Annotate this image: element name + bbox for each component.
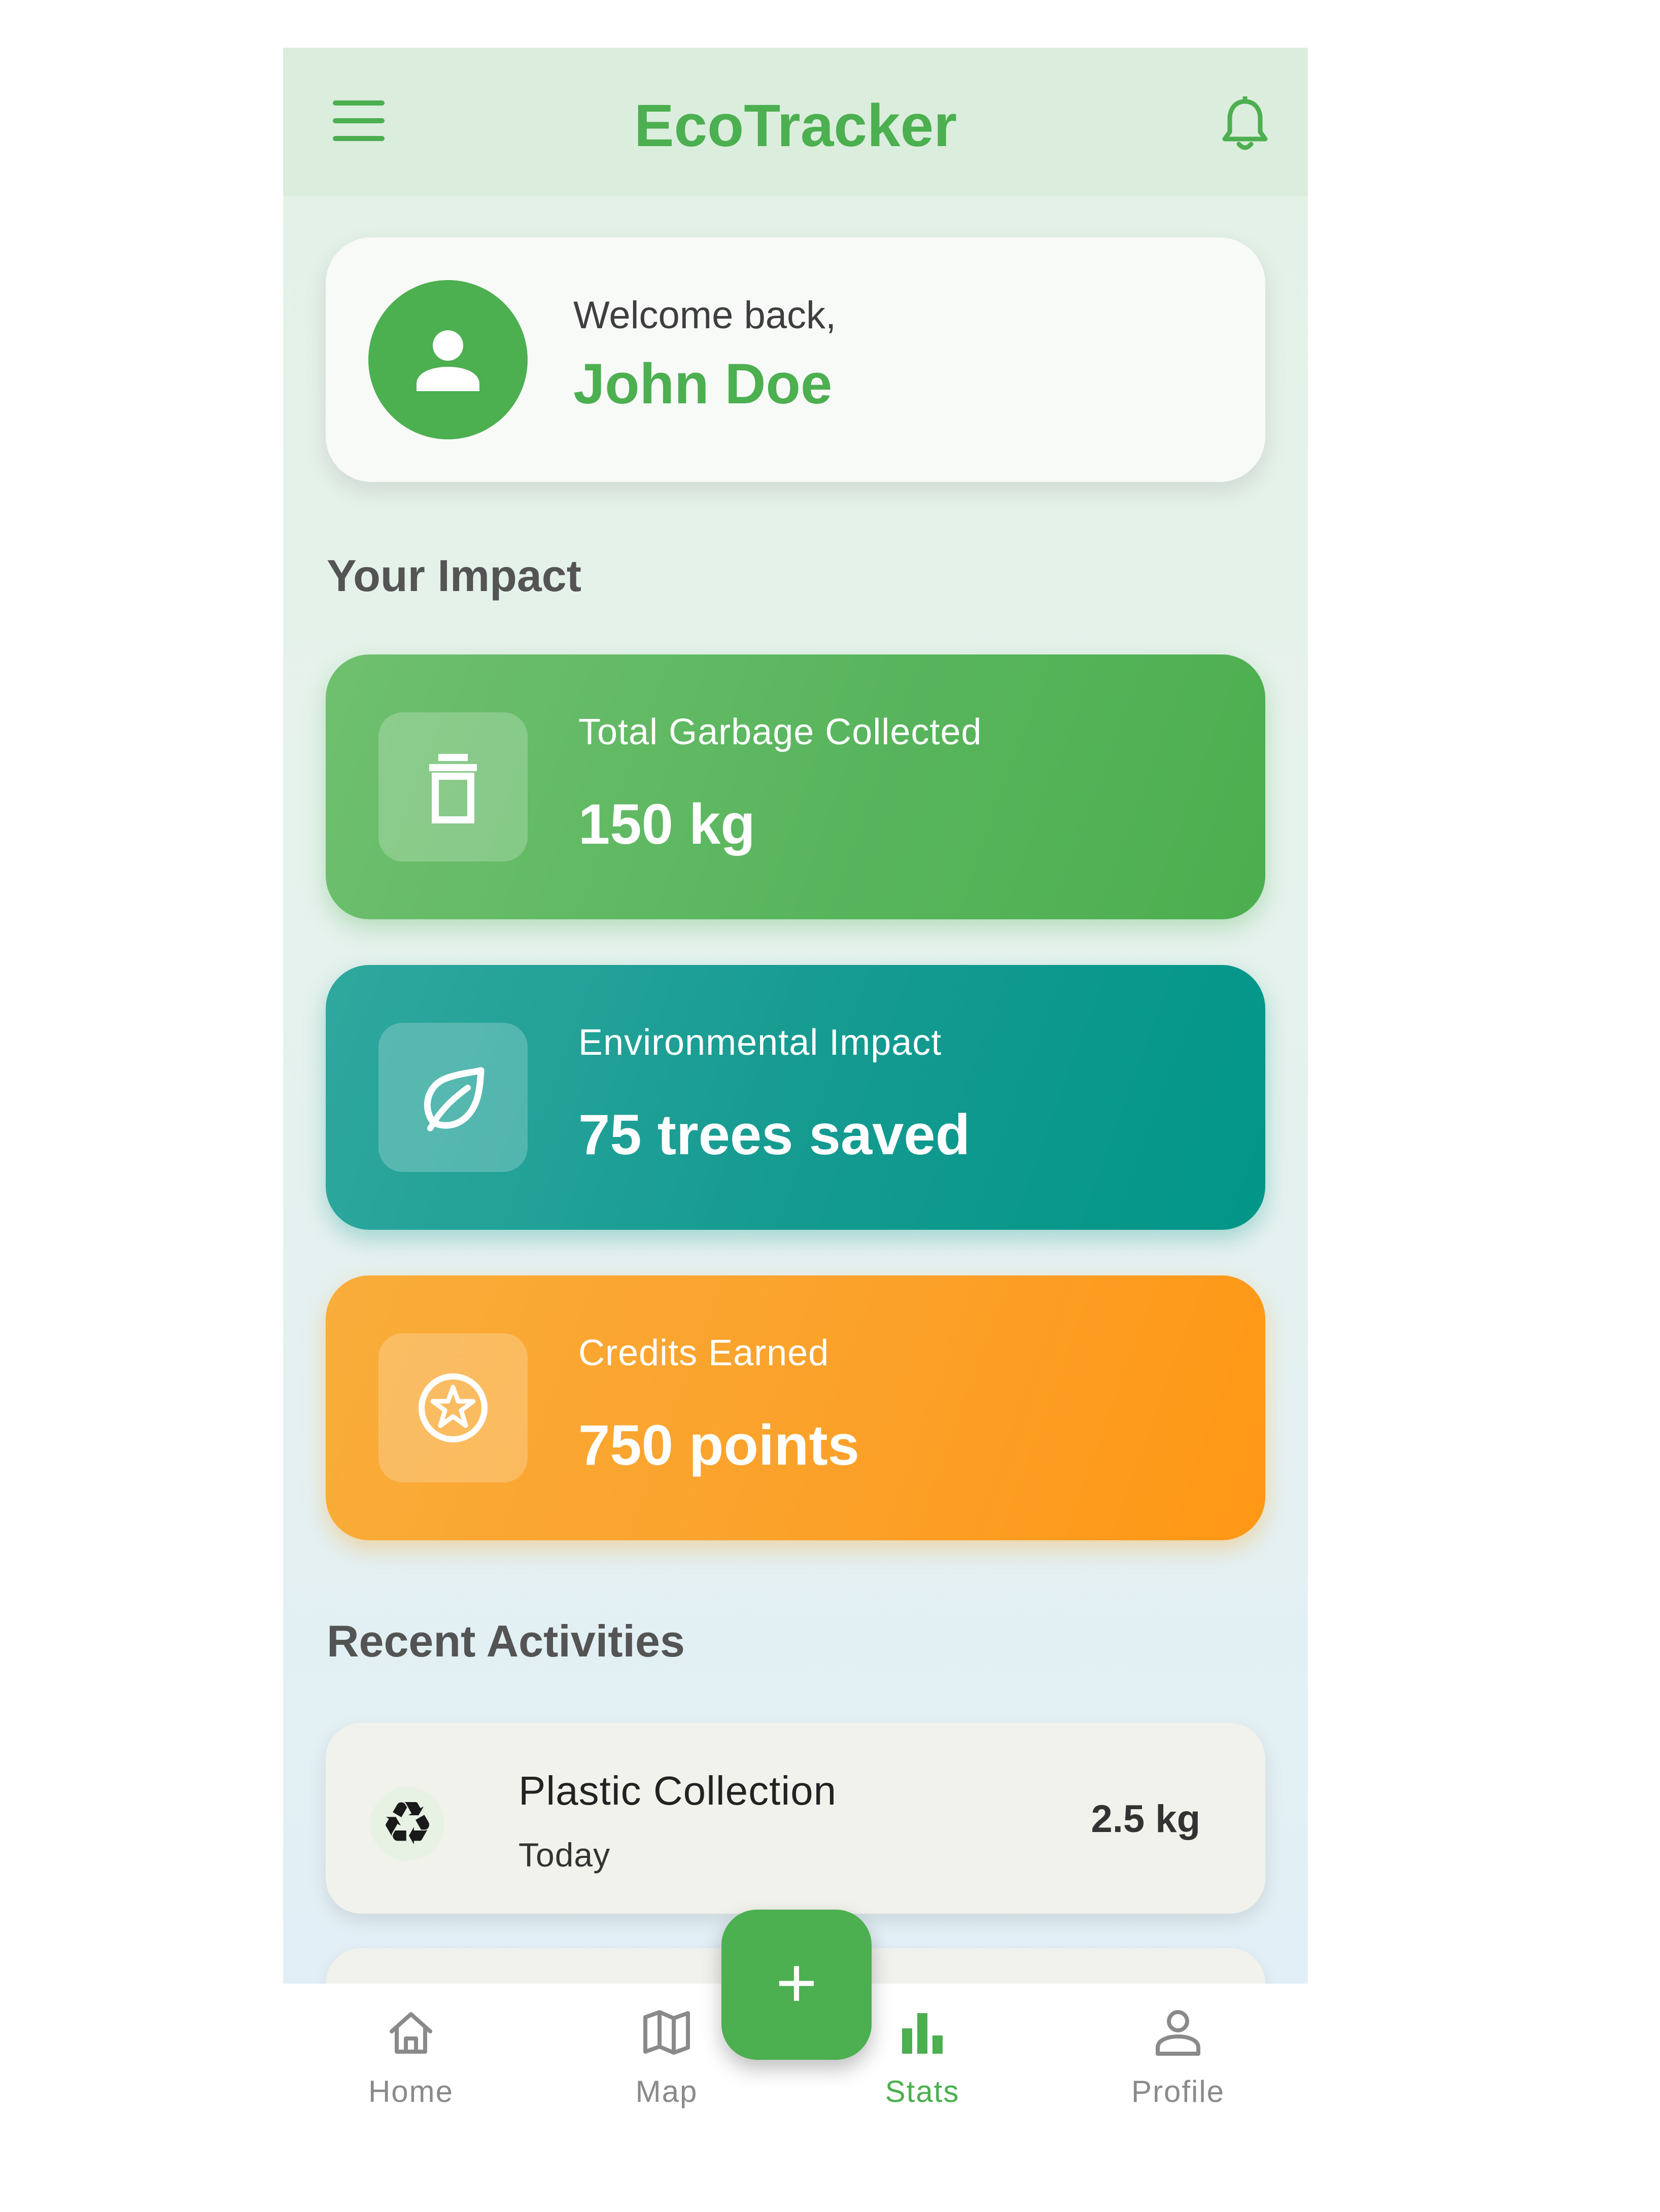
activity-title: Plastic Collection [518, 1768, 837, 1813]
nav-profile-label: Profile [1131, 2075, 1225, 2109]
home-icon [390, 2012, 432, 2054]
stat-label: Total Garbage Collected [578, 712, 982, 752]
welcome-greeting: Welcome back, [573, 294, 837, 337]
nav-map-label: Map [635, 2075, 698, 2109]
stat-label: Credits Earned [578, 1333, 829, 1373]
nav-home-label: Home [368, 2075, 454, 2109]
stat-icon-container [378, 1023, 528, 1172]
activity-amount: 2.5 kg [1091, 1798, 1200, 1841]
stat-value: 75 trees saved [578, 1103, 971, 1166]
trash-icon [429, 754, 477, 823]
app-bar: EcoTracker [283, 48, 1308, 196]
person-icon [417, 330, 479, 391]
activity-item[interactable]: ♻ Plastic Collection Today 2.5 kg [326, 1723, 1265, 1914]
nav-stats-label: Stats [885, 2075, 960, 2109]
stat-icon-container [378, 1333, 528, 1482]
impact-section-title: Your Impact [327, 550, 582, 601]
stat-label: Environmental Impact [578, 1022, 942, 1063]
user-name: John Doe [573, 352, 833, 416]
garbage-collected-card[interactable]: Total Garbage Collected 150 kg [326, 654, 1265, 919]
map-icon [643, 2010, 690, 2055]
app-screen: EcoTracker Welcome back, John Doe Your I… [283, 48, 1308, 1984]
person-outline-icon [1156, 2010, 1200, 2056]
app-title: EcoTracker [634, 92, 957, 159]
stat-value: 150 kg [578, 792, 755, 856]
nav-profile[interactable]: Profile [1102, 1984, 1254, 2136]
credits-earned-card[interactable]: Credits Earned 750 points [326, 1275, 1265, 1540]
plus-icon: + [776, 1943, 817, 2022]
stat-value: 750 points [578, 1413, 859, 1477]
avatar[interactable] [368, 280, 528, 439]
add-activity-button[interactable]: + [721, 1910, 872, 2060]
activity-date: Today [518, 1836, 611, 1874]
star-icon [419, 1373, 488, 1442]
nav-map[interactable]: Map [591, 1984, 743, 2136]
leaf-icon [424, 1067, 485, 1131]
stat-icon-container [378, 712, 528, 861]
bar-chart-icon [902, 2013, 943, 2054]
activities-section-title: Recent Activities [327, 1616, 685, 1666]
bell-icon[interactable] [1220, 95, 1270, 152]
environmental-impact-card[interactable]: Environmental Impact 75 trees saved [326, 965, 1265, 1230]
welcome-card: Welcome back, John Doe [326, 237, 1265, 482]
nav-home[interactable]: Home [335, 1984, 487, 2136]
recycle-icon: ♻ [370, 1787, 444, 1861]
